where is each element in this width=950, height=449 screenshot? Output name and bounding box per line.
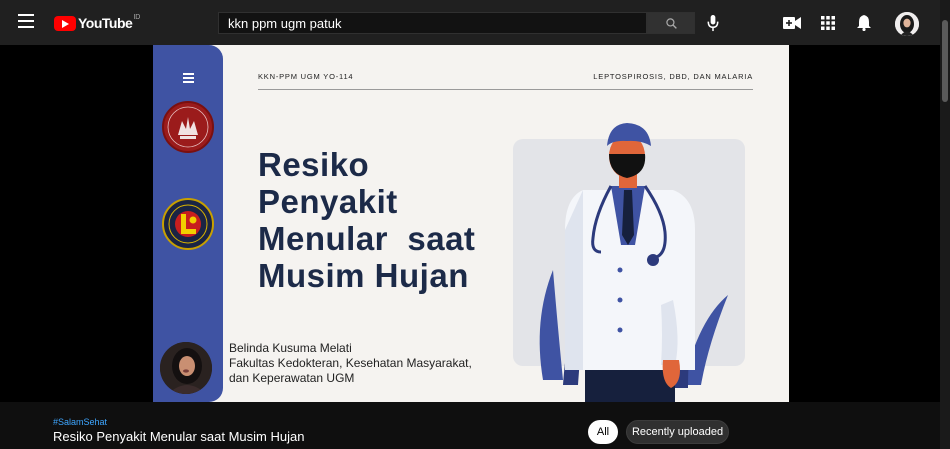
slide-title: Resiko Penyakit Menular saat Musim Hujan: [258, 146, 518, 294]
page-scrollbar[interactable]: [940, 0, 950, 449]
create-video-icon: [783, 17, 801, 29]
masthead: YouTube ID kkn ppm ugm patuk: [0, 0, 940, 45]
notifications-button[interactable]: [854, 13, 874, 33]
slide-header-left: KKN-PPM UGM YO-114: [258, 72, 354, 81]
video-info-bar: #SalamSehat Resiko Penyakit Menular saat…: [0, 402, 940, 449]
create-button[interactable]: [782, 13, 802, 33]
chip-all[interactable]: All: [588, 420, 618, 444]
mic-icon: [707, 14, 719, 31]
slide-title-line: Penyakit: [258, 183, 398, 220]
logo-text: YouTube: [78, 15, 133, 31]
notifications-icon: [857, 15, 871, 31]
youtube-logo[interactable]: YouTube ID: [54, 14, 140, 32]
search-button[interactable]: [647, 12, 695, 34]
avatar[interactable]: [895, 12, 919, 36]
hashtag-link[interactable]: #SalamSehat: [53, 417, 107, 427]
doctor-illustration: [539, 123, 728, 402]
slide-header-right: LEPTOSPIROSIS, DBD, DAN MALARIA: [593, 72, 753, 81]
slide-title-line: Menular saat: [258, 220, 476, 257]
author-line: Fakultas Kedokteran, Kesehatan Masyaraka…: [229, 356, 472, 370]
slide-author: Belinda Kusuma Melati Fakultas Kedoktera…: [229, 341, 472, 386]
apps-icon: [821, 16, 835, 30]
author-line: Belinda Kusuma Melati: [229, 341, 352, 355]
video-frame: KKN-PPM UGM YO-114 LEPTOSPIROSIS, DBD, D…: [153, 45, 789, 402]
youtube-play-icon: [54, 15, 76, 31]
kkn-logo: [162, 101, 214, 153]
country-code: ID: [133, 13, 141, 21]
search-input[interactable]: kkn ppm ugm patuk: [218, 12, 647, 34]
divider: [258, 89, 753, 90]
search-icon: [665, 17, 677, 29]
ugm-logo: [162, 198, 214, 250]
scrollbar-thumb[interactable]: [942, 20, 948, 102]
video-title: Resiko Penyakit Menular saat Musim Hujan: [53, 429, 305, 444]
voice-search-button[interactable]: [704, 13, 722, 33]
presenter-camera: [160, 342, 212, 394]
author-line: dan Keperawatan UGM: [229, 371, 355, 385]
slide-menu-icon: [183, 73, 194, 85]
chip-recently-uploaded[interactable]: Recently uploaded: [626, 420, 729, 444]
slide-title-line: Resiko: [258, 146, 370, 183]
menu-icon[interactable]: [18, 14, 36, 30]
slide-side-panel: [153, 45, 223, 402]
apps-button[interactable]: [818, 13, 838, 33]
slide-title-line: Musim Hujan: [258, 257, 469, 294]
